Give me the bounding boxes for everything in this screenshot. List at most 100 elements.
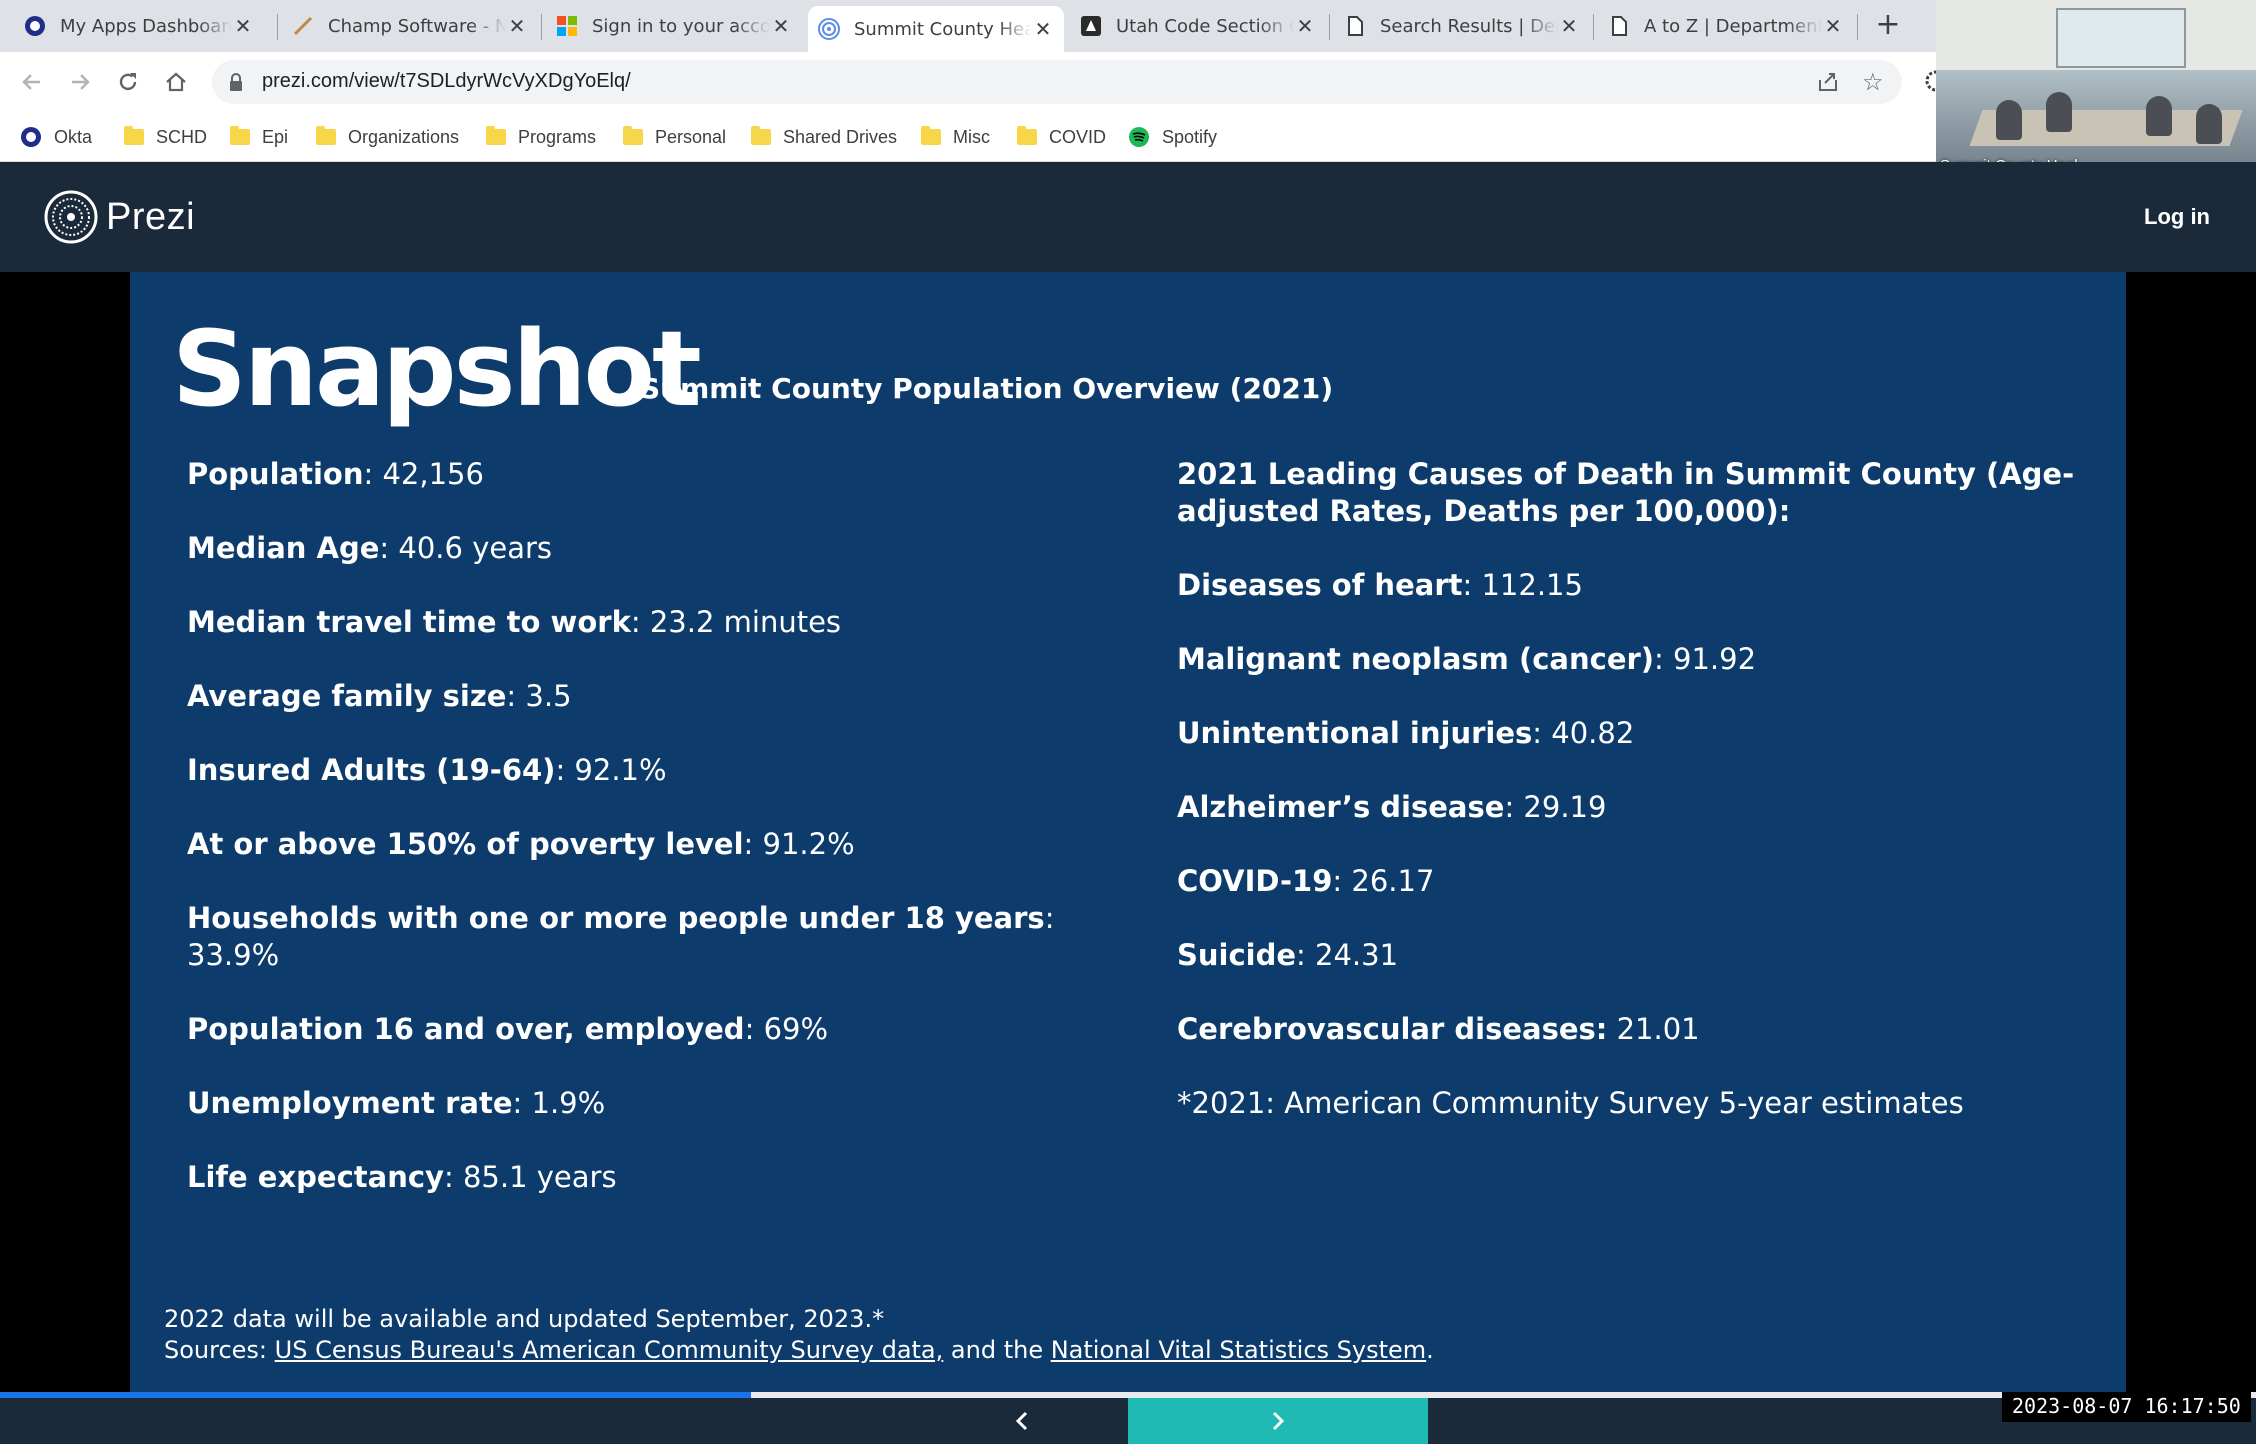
tab-title: Summit County Heal [854, 18, 1032, 40]
bookmarks-bar: Okta SCHD Epi Organizations Programs Per… [0, 112, 1936, 162]
cause-suicide: Suicide: 24.31 [1177, 938, 1399, 972]
slide-subtitle: Summit County Population Overview (2021) [640, 372, 1334, 405]
tab-champ-software[interactable]: Champ Software - N ✕ [282, 6, 538, 46]
prezi-wordmark: Prezi [106, 195, 196, 238]
bookmark-label: Misc [953, 126, 990, 147]
tab-separator [1329, 14, 1330, 40]
folder-icon [751, 126, 771, 145]
cause-cancer: Malignant neoplasm (cancer): 91.92 [1177, 642, 1757, 676]
tab-close-icon[interactable]: ✕ [232, 14, 254, 38]
folder-icon [921, 126, 941, 145]
folder-icon [623, 126, 643, 145]
home-button[interactable] [158, 64, 194, 100]
tab-title: Utah Code Section 6 [1116, 15, 1294, 37]
new-tab-button[interactable]: + [1870, 8, 1906, 44]
bookmark-label: Programs [518, 126, 597, 147]
bookmark-label: Shared Drives [783, 126, 898, 147]
slide-footer: 2022 data will be available and updated … [164, 1304, 1434, 1366]
bookmark-covid[interactable]: COVID [1017, 124, 1106, 150]
video-call-thumbnail[interactable]: Summit County Heal... [1936, 0, 2256, 180]
bookmark-label: Spotify [1162, 126, 1218, 147]
microsoft-icon [556, 15, 578, 37]
document-icon [1608, 15, 1630, 37]
champ-icon [292, 15, 314, 37]
tab-title: My Apps Dashboard [60, 15, 232, 37]
address-bar[interactable]: prezi.com/view/t7SDLdyrWcVyXDgYoElq/ ☆ [212, 60, 1902, 104]
bookmark-label: Epi [262, 126, 289, 147]
tab-close-icon[interactable]: ✕ [1822, 14, 1844, 38]
folder-icon [230, 126, 250, 145]
bookmark-misc[interactable]: Misc [921, 124, 990, 150]
stat-households-under-18: Households with one or more people under… [187, 901, 1055, 972]
cause-alzheimers: Alzheimer’s disease: 29.19 [1177, 790, 1607, 824]
bookmark-label: Organizations [348, 126, 460, 147]
previous-step-button[interactable] [922, 1398, 1122, 1444]
tab-separator [1857, 14, 1858, 40]
bookmark-epi[interactable]: Epi [230, 124, 288, 150]
stat-insured-adults: Insured Adults (19-64): 92.1% [187, 753, 667, 787]
tab-close-icon[interactable]: ✕ [1032, 17, 1054, 41]
chevron-left-icon [1015, 1411, 1028, 1431]
stat-median-age: Median Age: 40.6 years [187, 531, 553, 565]
extension-icon[interactable] [1922, 70, 1947, 92]
bookmark-shared-drives[interactable]: Shared Drives [751, 124, 897, 150]
video-window [2056, 8, 2186, 68]
folder-icon [316, 126, 336, 145]
nvss-link[interactable]: National Vital Statistics System [1051, 1336, 1426, 1364]
browser-toolbar: prezi.com/view/t7SDLdyrWcVyXDgYoElq/ ☆ [0, 52, 1936, 112]
share-icon[interactable] [1816, 70, 1840, 98]
footer-update-note: 2022 data will be available and updated … [164, 1305, 885, 1333]
reload-button[interactable] [110, 64, 146, 100]
arrow-left-icon [22, 74, 40, 90]
back-button[interactable] [14, 64, 50, 100]
bookmark-star-icon[interactable]: ☆ [1862, 68, 1884, 96]
tab-microsoft-sign-in[interactable]: Sign in to your acco ✕ [546, 6, 802, 46]
next-step-button[interactable] [1128, 1398, 1428, 1444]
footer-sources: Sources: US Census Bureau's American Com… [164, 1336, 1434, 1364]
reload-icon [119, 73, 137, 91]
forward-button[interactable] [62, 64, 98, 100]
tab-a-to-z[interactable]: A to Z | Department ✕ [1598, 6, 1854, 46]
bookmark-organizations[interactable]: Organizations [316, 124, 459, 150]
prezi-logo[interactable]: Prezi [44, 190, 195, 244]
chevron-right-icon [1272, 1411, 1285, 1431]
stat-unemployment: Unemployment rate: 1.9% [187, 1086, 606, 1120]
folder-icon [124, 126, 144, 145]
prezi-icon [818, 18, 840, 40]
bookmark-label: Personal [655, 126, 727, 147]
slide: Snapshot Summit County Population Overvi… [130, 272, 2126, 1396]
lock-icon [228, 73, 244, 95]
bookmark-programs[interactable]: Programs [486, 124, 596, 150]
login-link[interactable]: Log in [2144, 204, 2210, 230]
stat-life-expectancy: Life expectancy: 85.1 years [187, 1160, 617, 1194]
tab-separator [1593, 14, 1594, 40]
prezi-header: Prezi Log in [0, 162, 2256, 272]
video-person [2196, 104, 2222, 144]
tab-close-icon[interactable]: ✕ [506, 14, 528, 38]
folder-icon [486, 126, 506, 145]
acs-link[interactable]: US Census Bureau's American Community Su… [275, 1336, 944, 1364]
slide-title: Snapshot [172, 308, 702, 430]
tab-title: Champ Software - N [328, 15, 506, 37]
cause-heart-disease: Diseases of heart: 112.15 [1177, 568, 1583, 602]
tab-close-icon[interactable]: ✕ [1294, 14, 1316, 38]
causes-heading: 2021 Leading Causes of Death in Summit C… [1177, 457, 2075, 528]
tab-close-icon[interactable]: ✕ [1558, 14, 1580, 38]
tab-my-apps-dashboard[interactable]: My Apps Dashboard ✕ [14, 6, 264, 46]
bookmark-spotify[interactable]: Spotify [1128, 124, 1217, 150]
tab-utah-code[interactable]: Utah Code Section 6 ✕ [1070, 6, 1326, 46]
bookmark-label: SCHD [156, 126, 208, 147]
bookmark-schd[interactable]: SCHD [124, 124, 207, 150]
tab-separator [541, 14, 542, 40]
tab-summit-county-health[interactable]: Summit County Heal ✕ [808, 6, 1064, 52]
cause-unintentional-injuries: Unintentional injuries: 40.82 [1177, 716, 1635, 750]
tab-search-results[interactable]: Search Results | Dep ✕ [1334, 6, 1590, 46]
arrow-right-icon [72, 74, 90, 90]
bookmark-okta[interactable]: Okta [20, 124, 92, 150]
tab-title: Sign in to your acco [592, 15, 770, 37]
cause-covid-19: COVID-19: 26.17 [1177, 864, 1435, 898]
video-person [2046, 92, 2072, 132]
tab-close-icon[interactable]: ✕ [770, 14, 792, 38]
okta-icon [20, 126, 42, 148]
bookmark-personal[interactable]: Personal [623, 124, 726, 150]
